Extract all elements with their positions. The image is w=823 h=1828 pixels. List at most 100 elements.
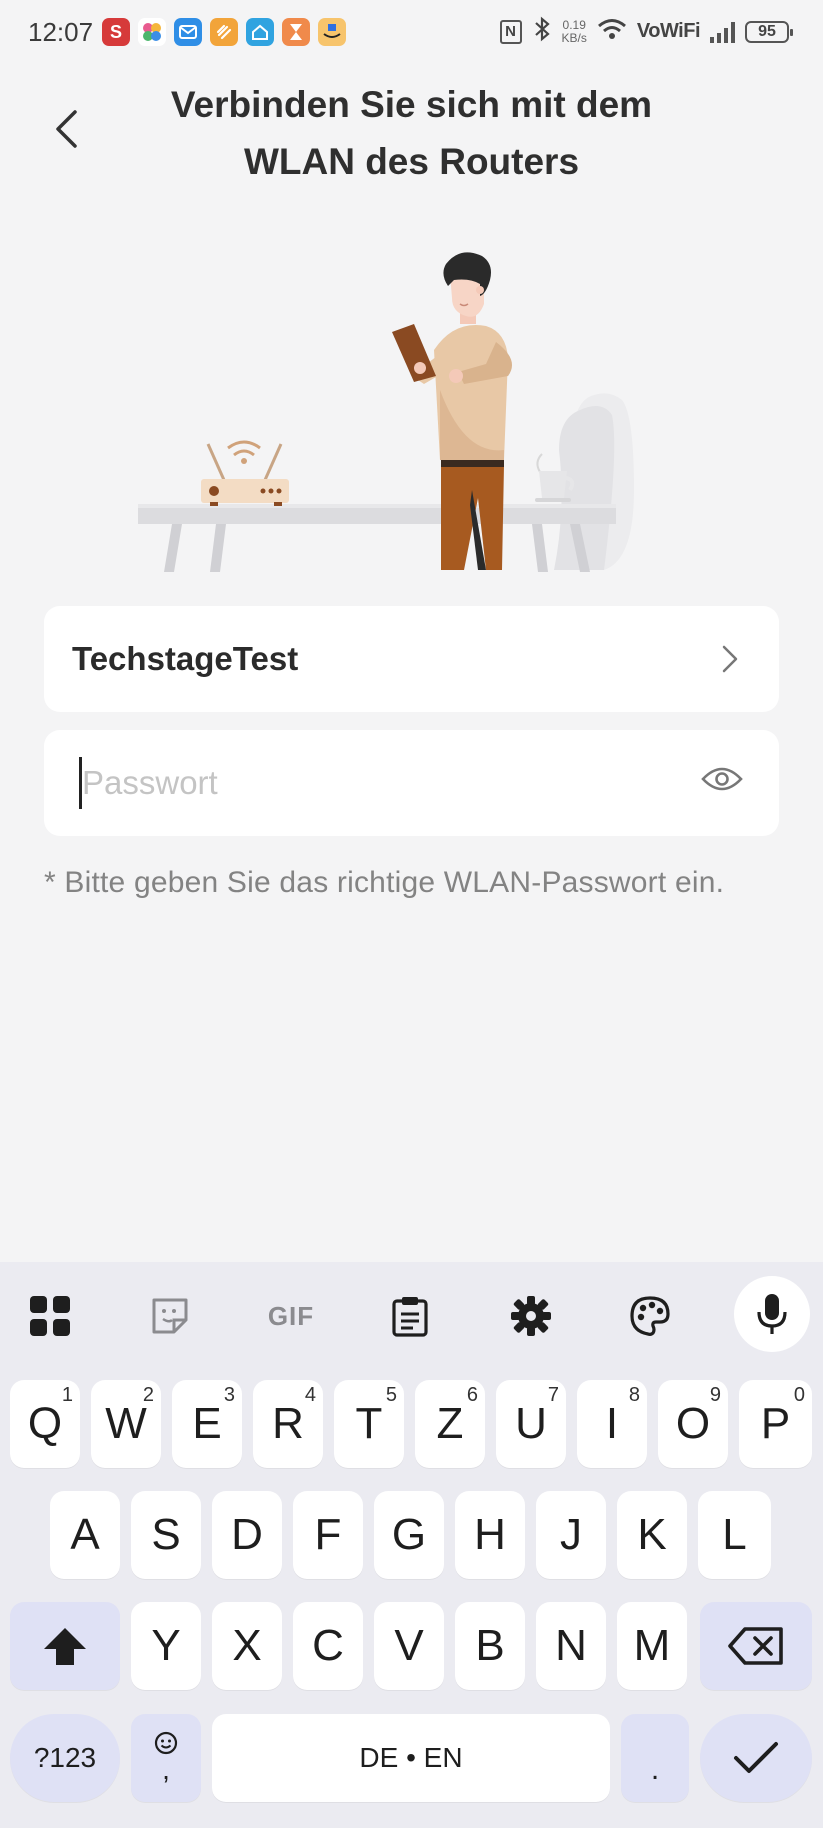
- key-alt-label: 2: [142, 1384, 154, 1406]
- symbols-label: ?123: [33, 1742, 97, 1773]
- status-bar: 12:07 S N 0.19 KB/s VoWiFi 95: [0, 0, 823, 66]
- shift-arrow-icon: [44, 1628, 86, 1665]
- key-j[interactable]: J: [536, 1491, 606, 1579]
- password-field[interactable]: [44, 730, 779, 836]
- apps-grid-button[interactable]: [22, 1288, 78, 1344]
- bluetooth-icon: [532, 16, 552, 47]
- gif-button[interactable]: GIF: [261, 1288, 321, 1344]
- key-v[interactable]: V: [374, 1602, 444, 1690]
- on-screen-keyboard: GIF Q1 W2 E3 R4 T5 Z6 U7 I8 O9 P0 A S D …: [0, 1262, 823, 1828]
- key-x[interactable]: X: [212, 1602, 282, 1690]
- status-indicators: N 0.19 KB/s VoWiFi 95: [499, 16, 793, 47]
- key-k[interactable]: K: [617, 1491, 687, 1579]
- palette-icon: [630, 1296, 670, 1336]
- clipboard-icon: [392, 1297, 428, 1337]
- key-y[interactable]: Y: [131, 1602, 201, 1690]
- settings-button[interactable]: [503, 1288, 559, 1344]
- key-f[interactable]: F: [293, 1491, 363, 1579]
- key-label: Y: [151, 1621, 181, 1670]
- key-label: L: [722, 1510, 747, 1559]
- key-label: A: [70, 1510, 100, 1559]
- space-key[interactable]: DE • EN: [212, 1714, 610, 1802]
- network-selector[interactable]: TechstageTest: [44, 606, 779, 712]
- key-n[interactable]: N: [536, 1602, 606, 1690]
- key-s[interactable]: S: [131, 1491, 201, 1579]
- nfc-icon: N: [499, 19, 522, 44]
- key-alt-label: 6: [466, 1384, 478, 1406]
- page-title: Verbinden Sie sich mit dem WLAN des Rout…: [120, 76, 703, 190]
- grid-icon: [30, 1296, 70, 1336]
- sticker-icon: [152, 1298, 188, 1334]
- network-ssid: TechstageTest: [72, 640, 299, 677]
- notification-app-icons: S: [102, 18, 346, 46]
- key-d[interactable]: D: [212, 1491, 282, 1579]
- key-label: Z: [436, 1399, 464, 1448]
- key-r[interactable]: R4: [253, 1380, 323, 1468]
- key-o[interactable]: O9: [658, 1380, 728, 1468]
- home-app-icon: [246, 18, 274, 46]
- key-label: W: [105, 1399, 147, 1448]
- key-label: E: [192, 1399, 222, 1448]
- key-label: K: [637, 1510, 667, 1559]
- key-c[interactable]: C: [293, 1602, 363, 1690]
- symbols-key[interactable]: ?123: [10, 1714, 120, 1802]
- key-m[interactable]: M: [617, 1602, 687, 1690]
- backspace-key[interactable]: [700, 1602, 812, 1690]
- key-label: P: [760, 1399, 791, 1448]
- key-alt-label: 9: [709, 1384, 721, 1406]
- key-label: Q: [27, 1399, 63, 1448]
- key-alt-label: 1: [61, 1384, 73, 1406]
- speed-unit: KB/s: [561, 30, 587, 45]
- title-line-1: Verbinden Sie sich mit dem: [170, 84, 653, 125]
- key-alt-label: 0: [793, 1384, 805, 1406]
- shift-key[interactable]: [10, 1602, 120, 1690]
- key-label: H: [474, 1510, 506, 1559]
- backspace-icon: [728, 1627, 783, 1665]
- key-t[interactable]: T5: [334, 1380, 404, 1468]
- microphone-icon: [757, 1294, 787, 1334]
- key-alt-label: 8: [628, 1384, 640, 1406]
- key-l[interactable]: L: [698, 1491, 771, 1579]
- key-e[interactable]: E3: [172, 1380, 242, 1468]
- key-label: B: [475, 1621, 505, 1670]
- key-label: N: [555, 1621, 587, 1670]
- key-w[interactable]: W2: [91, 1380, 161, 1468]
- key-label: S: [151, 1510, 181, 1559]
- show-password-icon[interactable]: [701, 765, 743, 793]
- key-label: O: [675, 1399, 711, 1448]
- key-i[interactable]: I8: [577, 1380, 647, 1468]
- router-setup-illustration: [138, 252, 634, 572]
- enter-key[interactable]: [700, 1714, 812, 1802]
- key-z[interactable]: Z6: [415, 1380, 485, 1468]
- emoji-comma-key[interactable]: ,: [131, 1714, 201, 1802]
- key-alt-label: 4: [304, 1384, 316, 1406]
- password-input[interactable]: [82, 750, 662, 816]
- key-h[interactable]: H: [455, 1491, 525, 1579]
- key-label: C: [312, 1621, 344, 1670]
- keyboard-toolbar: GIF: [0, 1262, 823, 1362]
- key-label: I: [605, 1399, 619, 1448]
- key-b[interactable]: B: [455, 1602, 525, 1690]
- key-a[interactable]: A: [50, 1491, 120, 1579]
- vowifi-label: VoWiFi: [636, 20, 701, 42]
- key-p[interactable]: P0: [739, 1380, 812, 1468]
- period-key[interactable]: .: [621, 1714, 689, 1802]
- space-language-label: DE • EN: [359, 1742, 463, 1773]
- clipboard-button[interactable]: [382, 1288, 438, 1344]
- signal-icon: [710, 21, 735, 43]
- comma-label: ,: [162, 1754, 170, 1785]
- sticker-button[interactable]: [142, 1288, 198, 1344]
- key-g[interactable]: G: [374, 1491, 444, 1579]
- s-app-icon: S: [102, 18, 130, 46]
- shopping-app-icon: [318, 18, 346, 46]
- back-button[interactable]: [44, 104, 88, 154]
- voice-input-button[interactable]: [734, 1276, 810, 1352]
- theme-button[interactable]: [622, 1288, 678, 1344]
- chevron-left-icon: [56, 110, 77, 148]
- gif-label: GIF: [267, 1300, 315, 1331]
- key-q[interactable]: Q1: [10, 1380, 80, 1468]
- key-label: D: [231, 1510, 263, 1559]
- key-u[interactable]: U7: [496, 1380, 566, 1468]
- checkmark-icon: [734, 1742, 778, 1773]
- gear-icon: [511, 1296, 551, 1336]
